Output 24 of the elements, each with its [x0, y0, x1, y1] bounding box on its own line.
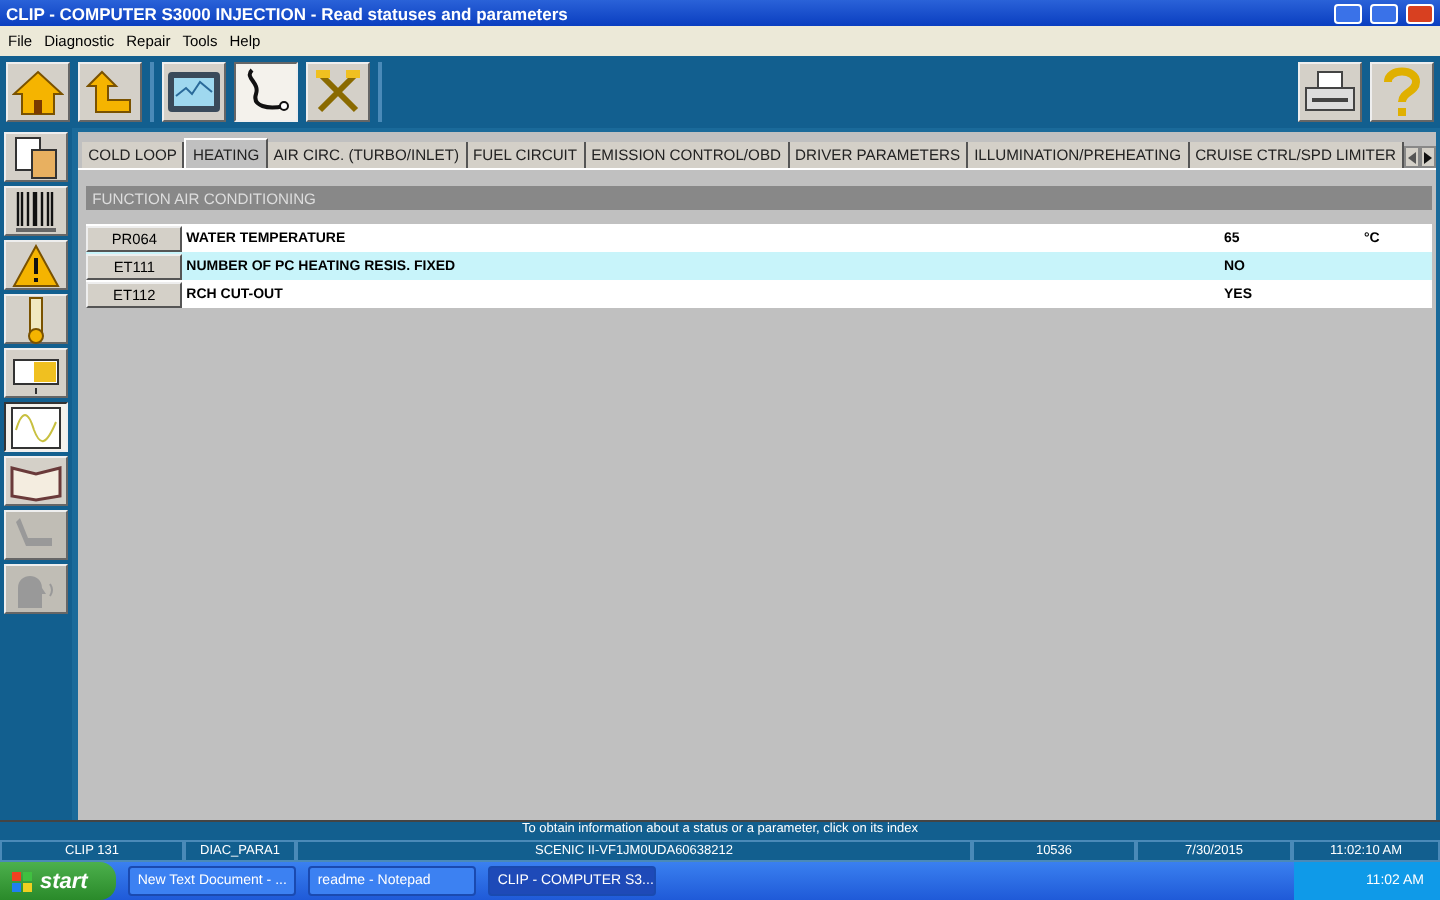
close-button[interactable] — [1406, 3, 1434, 23]
right-arrow-icon — [1424, 151, 1432, 163]
arrow-up-icon — [86, 68, 134, 116]
window-title: CLIP - COMPUTER S3000 INJECTION - Read statuses and parameters — [6, 3, 570, 23]
tools-icon — [314, 68, 362, 116]
house-icon — [12, 68, 64, 116]
minimize-button[interactable] — [1334, 3, 1362, 23]
book-icon — [10, 461, 62, 501]
waveform-icon — [10, 405, 62, 449]
documents-icon — [12, 133, 60, 181]
monitor-icon — [166, 70, 222, 114]
left-arrow-icon — [1408, 151, 1416, 163]
restore-button[interactable] — [1370, 3, 1398, 23]
barcode-icon — [12, 187, 60, 235]
scroll-left-button[interactable] — [1404, 146, 1420, 168]
start-button[interactable]: start — [0, 862, 116, 900]
question-mark-icon — [1380, 66, 1424, 118]
warning-icon — [12, 243, 60, 287]
thermometer-icon — [22, 295, 50, 343]
scroll-right-button[interactable] — [1420, 146, 1436, 168]
sidebar-button[interactable] — [4, 402, 68, 452]
printer-icon — [1304, 70, 1356, 114]
flag-icon — [12, 871, 32, 891]
toolbar-button[interactable] — [234, 62, 298, 122]
